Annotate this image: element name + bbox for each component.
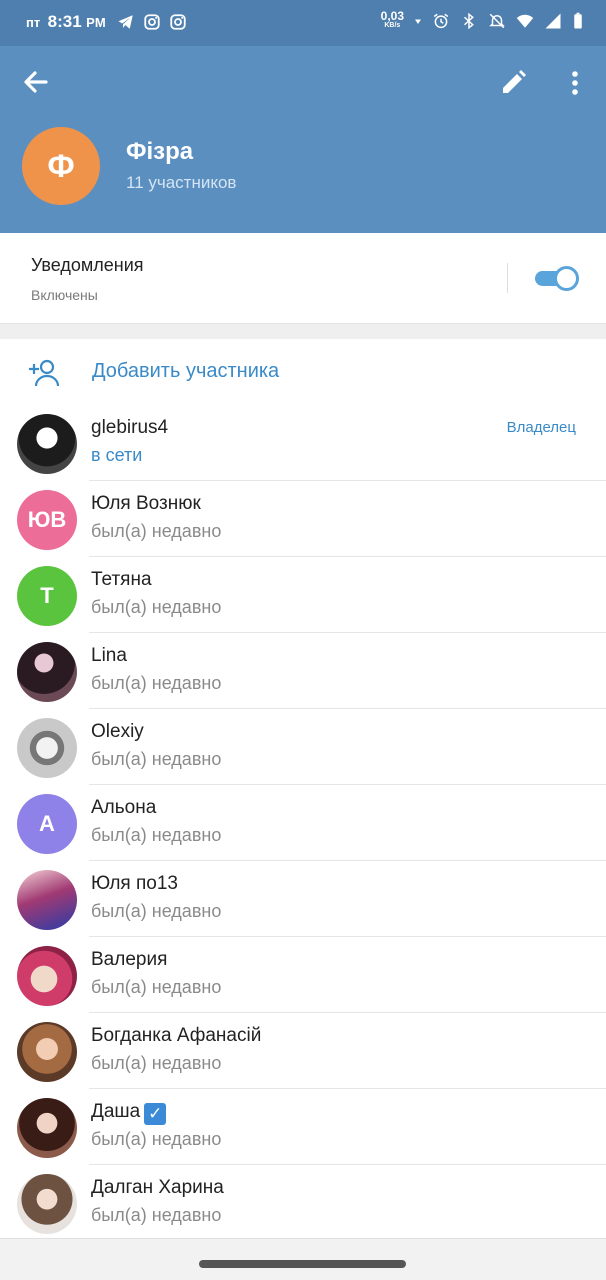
notifications-status: Включены (31, 287, 98, 303)
member-row[interactable]: Юля по13 был(а) недавно (0, 861, 606, 937)
notifications-toggle[interactable] (533, 265, 579, 291)
member-name: Далган Харина (91, 1177, 224, 1198)
member-avatar (17, 870, 77, 930)
system-nav-bar (0, 1238, 606, 1280)
toggle-knob (554, 266, 579, 291)
alarm-icon (433, 13, 449, 29)
clock-ampm: PM (86, 15, 106, 30)
member-row[interactable]: Т Тетяна был(а) недавно (0, 557, 606, 633)
check-badge-icon: ✓ (144, 1103, 167, 1125)
member-status: был(а) недавно (91, 521, 222, 541)
battery-icon (574, 12, 582, 29)
member-avatar (17, 1022, 77, 1082)
member-name: Тетяна (91, 569, 152, 590)
member-row[interactable]: Богданка Афанасій был(а) недавно (0, 1013, 606, 1089)
member-status: был(а) недавно (91, 901, 222, 921)
section-divider (0, 323, 606, 339)
member-name: Юля по13 (91, 873, 178, 894)
member-status: был(а) недавно (91, 673, 222, 693)
clock-time: 8:31 (47, 12, 82, 31)
member-status: был(а) недавно (91, 749, 222, 769)
home-indicator[interactable] (199, 1260, 406, 1268)
data-arrow-icon (415, 19, 421, 24)
member-avatar: ЮВ (17, 490, 77, 550)
member-avatar (17, 642, 77, 702)
member-status: был(а) недавно (91, 597, 222, 617)
member-status: был(а) недавно (91, 977, 222, 997)
member-name: glebirus4 (91, 417, 169, 438)
add-member-button[interactable]: Добавить участника (0, 339, 606, 405)
member-avatar (17, 1174, 77, 1234)
member-row[interactable]: ЮВ Юля Вознюк был(а) недавно (0, 481, 606, 557)
wifi-icon (516, 14, 534, 28)
group-title: Фізра (126, 138, 194, 165)
member-avatar (17, 946, 77, 1006)
member-name: Lina (91, 645, 127, 666)
group-avatar[interactable]: Ф (22, 127, 100, 205)
status-bar-right: 0,03 KB/s (380, 9, 584, 30)
signal-icon (545, 13, 561, 29)
member-name: Валерия (91, 949, 168, 970)
member-avatar: Т (17, 566, 77, 626)
member-status: был(а) недавно (91, 1053, 222, 1073)
member-row[interactable]: glebirus4 в сети Владелец (0, 405, 606, 481)
member-row[interactable]: Lina был(а) недавно (0, 633, 606, 709)
member-row[interactable]: А Альона был(а) недавно (0, 785, 606, 861)
group-member-count: 11 участников (126, 173, 237, 192)
group-header: Ф Фізра 11 участников (0, 46, 606, 233)
member-avatar (17, 414, 77, 474)
status-bar-left: пт 8:31 PM (26, 12, 187, 32)
member-row[interactable]: Далган Харина был(а) недавно (0, 1165, 606, 1241)
member-row[interactable]: Olexiy был(а) недавно (0, 709, 606, 785)
member-name: Альона (91, 797, 157, 818)
member-role-badge: Владелец (506, 419, 576, 436)
instagram-icon (170, 14, 186, 30)
member-name: Юля Вознюк (91, 493, 201, 514)
member-name-wrap: Даша ✓ (91, 1101, 167, 1125)
member-name: Богданка Афанасій (91, 1025, 262, 1046)
member-status: был(а) недавно (91, 1129, 222, 1149)
member-status: был(а) недавно (91, 1205, 222, 1225)
status-day: пт 8:31 PM (26, 12, 109, 32)
member-avatar (17, 1098, 77, 1158)
day-label: пт (26, 15, 41, 30)
mute-icon (489, 13, 505, 29)
member-row[interactable]: Даша ✓ был(а) недавно (0, 1089, 606, 1165)
members-list: Добавить участника glebirus4 в сети Влад… (0, 339, 606, 1238)
back-arrow-icon[interactable] (20, 66, 52, 98)
member-name: Даша (91, 1101, 141, 1122)
telegram-icon (118, 15, 133, 29)
notifications-row[interactable]: Уведомления Включены (0, 233, 606, 323)
member-avatar: А (17, 794, 77, 854)
instagram-icon (144, 14, 160, 30)
member-name: Olexiy (91, 721, 144, 742)
notifications-title: Уведомления (31, 255, 144, 275)
member-status: был(а) недавно (91, 825, 222, 845)
network-speed: 0,03 KB/s (380, 9, 404, 30)
member-avatar (17, 718, 77, 778)
pencil-icon[interactable] (498, 68, 528, 98)
status-bar: пт 8:31 PM 0,03 KB/s (0, 0, 606, 46)
network-speed-value: 0,03 (380, 9, 404, 23)
notifications-divider (507, 263, 508, 293)
member-row[interactable]: Валерия был(а) недавно (0, 937, 606, 1013)
more-vertical-icon[interactable] (562, 68, 588, 98)
add-member-label: Добавить участника (92, 360, 280, 382)
member-status: в сети (91, 445, 143, 465)
network-speed-unit: KB/s (384, 22, 401, 29)
add-user-icon (29, 359, 60, 387)
bluetooth-icon (463, 12, 474, 30)
